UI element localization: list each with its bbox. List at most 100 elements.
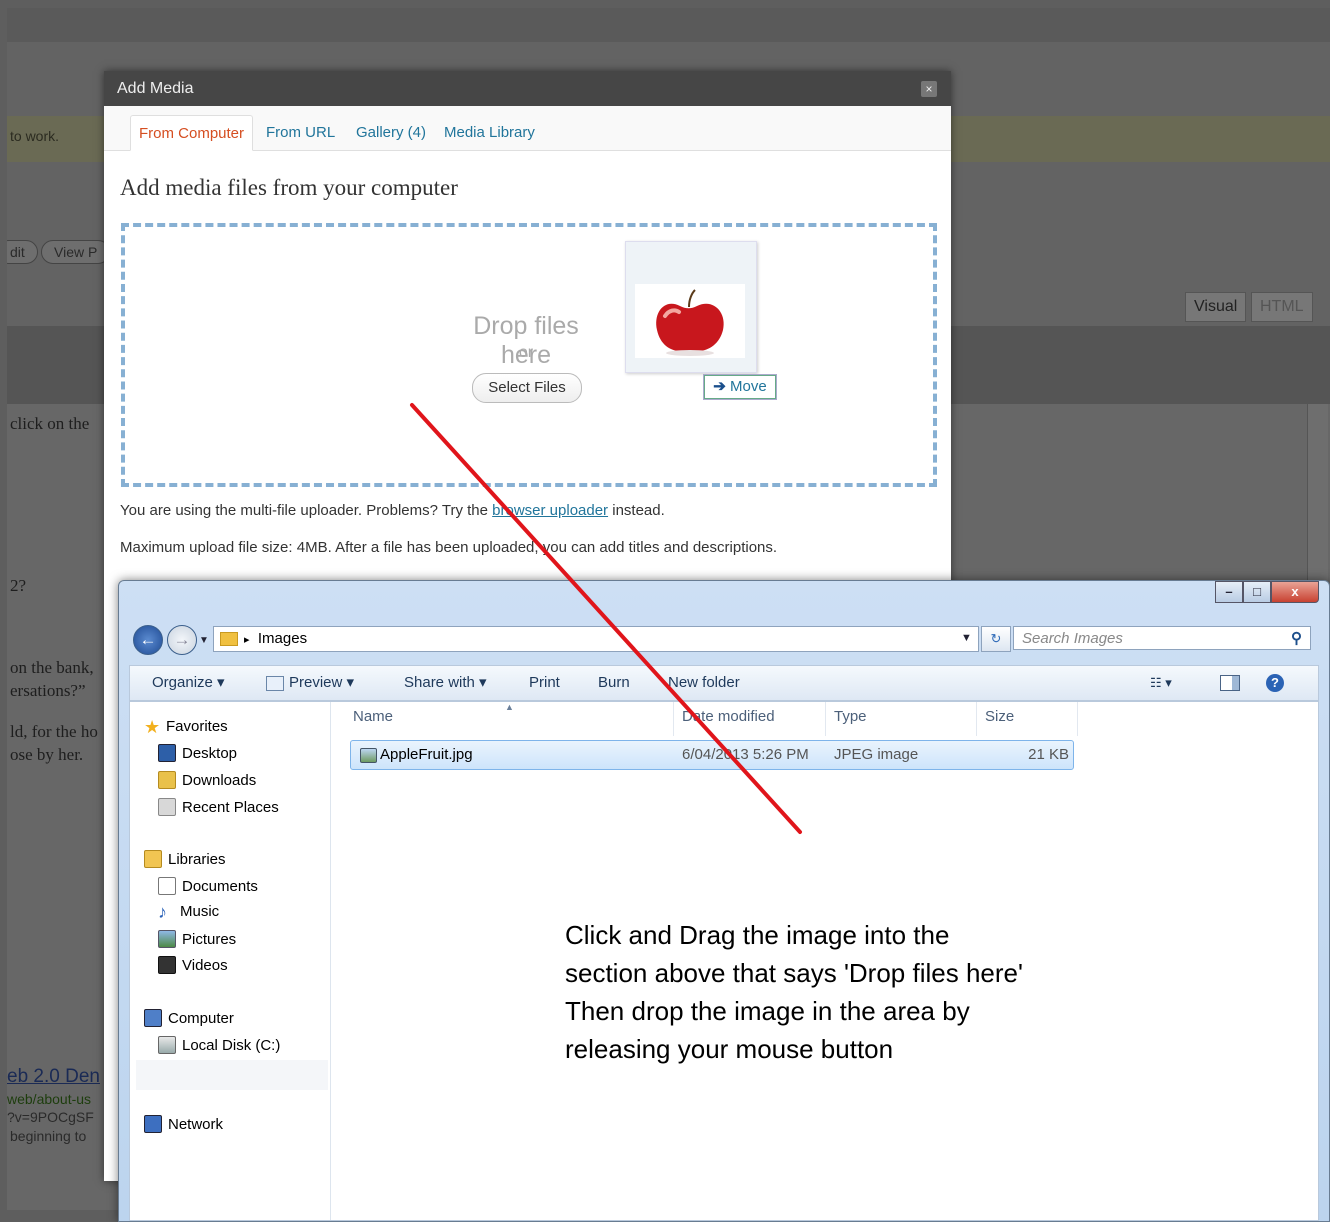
file-list: Name ▲ Date modified Type Size AppleFrui… [331,702,1318,1220]
nav-local-disk[interactable]: Local Disk (C:) [158,1036,280,1054]
search-input[interactable]: Search Images ⚲ [1013,626,1311,650]
folder-icon [220,632,238,647]
bg-text-line: ?v=9POCgSF [7,1109,94,1125]
notice-text: to work. [10,128,60,144]
print-button[interactable]: Print [529,666,560,700]
uploader-info-prefix: You are using the multi-file uploader. P… [120,502,493,519]
dragged-image-thumbnail [625,241,757,373]
nav-libraries[interactable]: Libraries [144,850,226,868]
nav-pictures-label: Pictures [182,930,237,948]
forward-arrow-icon[interactable]: → [167,625,197,655]
move-drag-indicator: ➔ Move [704,375,776,399]
uploader-info: You are using the multi-file uploader. P… [120,502,665,519]
window-controls: – □ x [1215,581,1319,603]
apple-image [635,284,745,358]
tab-gallery[interactable]: Gallery (4) [348,115,434,149]
column-divider [673,702,674,736]
column-divider [1077,702,1078,736]
nav-network[interactable]: Network [144,1115,223,1133]
dialog-heading: Add media files from your computer [120,175,458,200]
desktop-icon [158,744,176,762]
dialog-title: Add Media [117,80,194,97]
views-icon[interactable]: ☷ ▾ [1150,666,1172,700]
nav-music[interactable]: ♪ Music [158,901,220,922]
move-label: Move [730,378,767,395]
nav-favorites-label: Favorites [166,718,228,735]
bg-text-line: ld, for the ho [10,722,98,741]
annotation-line: Then drop the image in the area by [565,996,970,1026]
local-disk-icon [158,1036,176,1054]
select-files-button[interactable]: Select Files [472,373,582,403]
explorer-window: – □ x ← → ▼ ▸ Images ▼ ↻ Search Images ⚲ … [118,580,1330,1222]
nav-videos[interactable]: Videos [158,956,228,974]
burn-button[interactable]: Burn [598,666,630,700]
tab-from-computer[interactable]: From Computer [130,115,254,151]
recent-places-icon [158,798,176,816]
minimize-button[interactable]: – [1215,581,1243,603]
preview-pane-icon[interactable] [1220,666,1240,700]
bg-text-line: beginning to [10,1128,87,1144]
nav-computer[interactable]: Computer [144,1009,234,1027]
search-icon: ⚲ [1291,630,1302,647]
nav-favorites[interactable]: ★ Favorites [144,718,228,736]
column-date-modified[interactable]: Date modified [682,708,775,725]
bg-text-line: on the bank, [10,658,94,677]
nav-pictures[interactable]: Pictures [158,930,236,948]
nav-desktop-label: Desktop [182,744,238,762]
help-icon[interactable]: ? [1266,666,1284,700]
bg-text-line: web/about-us [7,1091,92,1107]
apple-icon [656,289,724,356]
annotation-line: section above that says 'Drop files here… [565,958,1023,988]
media-tabs: From Computer From URL Gallery (4) Media… [104,106,951,151]
nav-documents-label: Documents [182,877,258,895]
maximize-button[interactable]: □ [1243,581,1271,603]
bg-text-line: ose by her. [10,745,84,764]
nav-local-disk-label: Local Disk (C:) [182,1036,281,1054]
dialog-titlebar: Add Media × [104,71,951,106]
refresh-icon[interactable]: ↻ [981,626,1011,652]
nav-spacer [136,1060,328,1090]
back-arrow-icon[interactable]: ← [133,625,163,655]
command-bar: Organize ▾ Preview ▾ Share with ▾ Print … [129,665,1319,701]
address-bar[interactable]: ▸ Images [213,626,979,652]
pictures-icon [158,930,176,948]
nav-downloads[interactable]: Downloads [158,771,256,789]
tab-media-library[interactable]: Media Library [436,115,543,149]
column-type[interactable]: Type [834,708,867,725]
browser-uploader-link[interactable]: browser uploader [492,502,608,519]
bg-view-button: View P [41,240,111,264]
preview-button[interactable]: Preview ▾ [266,666,354,700]
new-folder-button[interactable]: New folder [668,666,740,700]
close-window-button[interactable]: x [1271,581,1319,603]
music-icon: ♪ [158,901,167,922]
max-size-text: Maximum upload file size: 4MB. After a f… [120,539,778,556]
tab-from-url[interactable]: From URL [258,115,343,149]
organize-button[interactable]: Organize ▾ [152,666,225,700]
column-name[interactable]: Name [353,708,393,725]
column-size[interactable]: Size [985,708,1014,725]
nav-recent-label: Recent Places [182,798,279,816]
preview-icon [266,675,284,691]
content-pane: ★ Favorites Desktop Downloads Recent Plac… [129,701,1319,1221]
annotation-line: Click and Drag the image into the [565,920,950,950]
bg-text-line: 2? [10,576,27,595]
share-with-button[interactable]: Share with ▾ [404,666,487,700]
bg-visual-tab: Visual [1185,292,1247,322]
libraries-icon [144,850,162,868]
nav-documents[interactable]: Documents [158,877,258,895]
file-type: JPEG image [834,746,919,763]
file-date: 6/04/2013 5:26 PM [682,746,809,763]
nav-network-label: Network [168,1115,224,1133]
file-name[interactable]: AppleFruit.jpg [380,746,473,763]
nav-downloads-label: Downloads [182,771,257,789]
nav-recent-places[interactable]: Recent Places [158,798,279,816]
nav-desktop[interactable]: Desktop [158,744,237,762]
address-folder: Images [257,630,308,647]
nav-music-label: Music [180,903,220,920]
close-icon[interactable]: × [921,81,937,97]
address-separator: ▸ [244,634,250,646]
computer-icon [144,1009,162,1027]
history-dropdown-icon[interactable]: ▼ [199,635,209,646]
column-divider [976,702,977,736]
navigation-pane: ★ Favorites Desktop Downloads Recent Plac… [130,702,331,1220]
